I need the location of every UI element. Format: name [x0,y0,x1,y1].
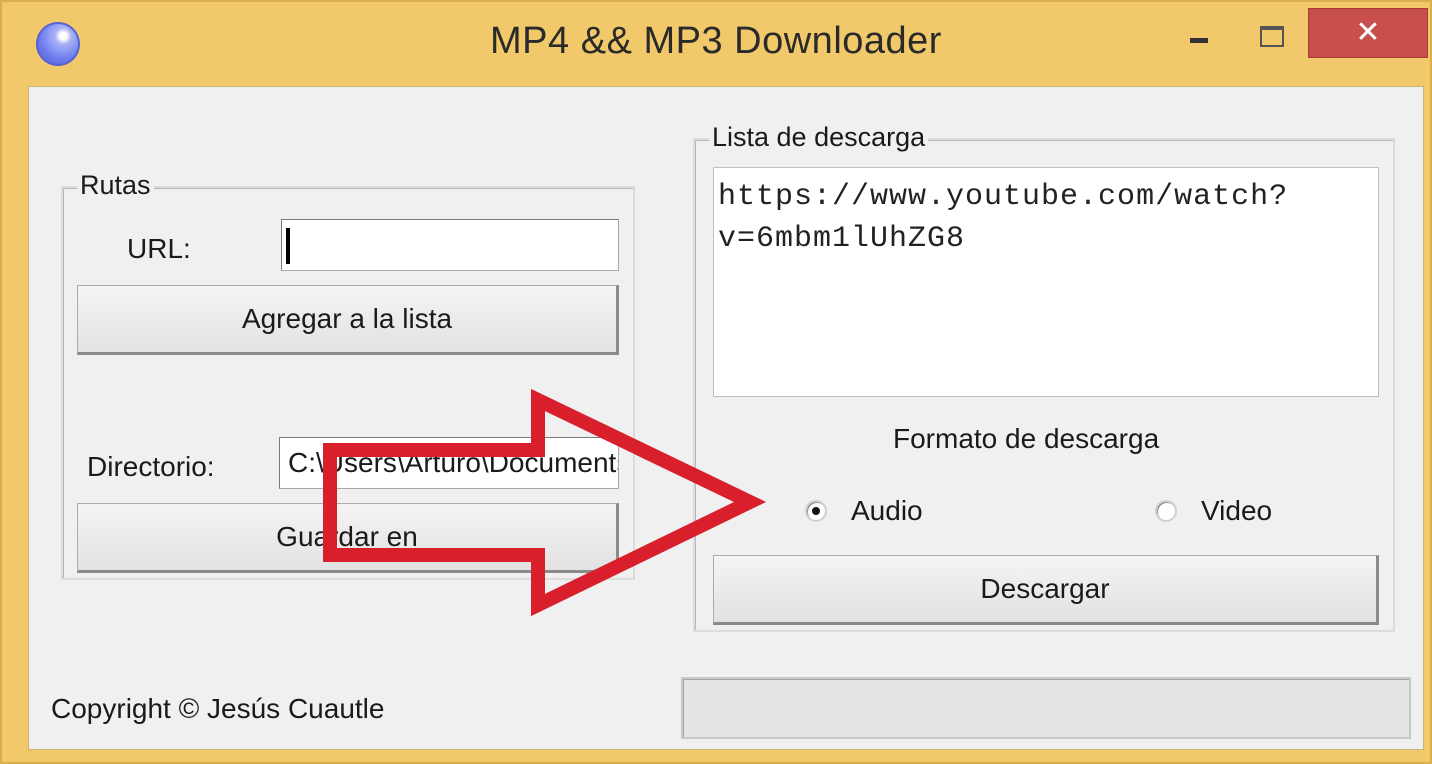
audio-radio-option[interactable]: Audio [805,495,923,527]
save-in-button[interactable]: Guardar en [77,503,619,573]
url-input[interactable] [281,219,619,271]
url-label: URL: [127,233,191,264]
app-window: MP4 && MP3 Downloader ✕ Rutas URL: Agreg… [0,0,1432,764]
add-to-list-button[interactable]: Agregar a la lista [77,285,619,355]
audio-radio-label: Audio [851,495,923,526]
list-item[interactable]: v=6mbm1lUhZG8 [718,218,1374,260]
video-radio-label: Video [1201,495,1273,526]
close-button[interactable]: ✕ [1308,8,1428,58]
client-area: Rutas URL: Agregar a la lista Directorio… [28,86,1424,750]
directory-field[interactable]: C:\Users\Arturo\Documents [279,437,619,489]
audio-radio[interactable] [805,500,827,522]
download-button[interactable]: Descargar [713,555,1379,625]
title-bar[interactable]: MP4 && MP3 Downloader ✕ [2,2,1430,84]
format-label: Formato de descarga [893,423,1160,454]
video-radio[interactable] [1155,500,1177,522]
text-caret [286,228,290,264]
maximize-icon[interactable] [1238,8,1298,58]
download-listbox[interactable]: https://www.youtube.com/watch? v=6mbm1lU… [713,167,1379,397]
list-item[interactable]: https://www.youtube.com/watch? [718,176,1374,218]
close-icon: ✕ [1355,15,1381,50]
download-list-legend: Lista de descarga [709,122,929,153]
video-radio-option[interactable]: Video [1155,495,1272,527]
rutas-legend: Rutas [77,170,154,201]
copyright-text: Copyright © Jesús Cuautle [51,693,385,724]
directory-label: Directorio: [87,451,215,482]
directory-value: C:\Users\Arturo\Documents [288,447,618,478]
progress-bar [681,677,1411,739]
minimize-icon[interactable] [1168,8,1228,58]
